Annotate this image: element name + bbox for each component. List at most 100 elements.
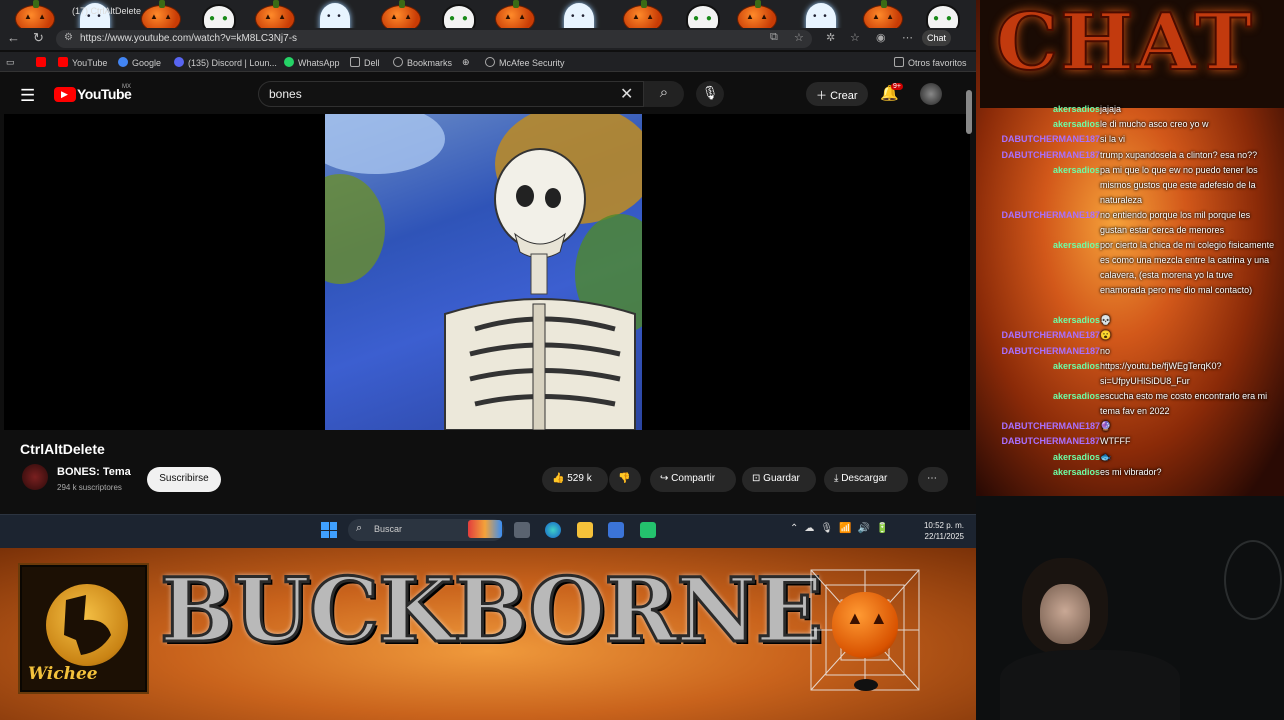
chat-text: escucha esto me costo encontrarlo era mi…: [1100, 391, 1268, 416]
bookmark-mcafee[interactable]: McAfee Security: [485, 57, 565, 68]
tab-title[interactable]: (17) CtrlAltDelete: [72, 6, 141, 16]
address-bar[interactable]: https://www.youtube.com/watch?v=kM8LC3Nj…: [56, 30, 812, 48]
chat-text: https://youtu.be/fjWEgTerqK0?si=UfpyUHlS…: [1100, 361, 1222, 386]
more-actions-button[interactable]: ⋯: [918, 467, 948, 492]
chat-text: no entiendo porque los mil porque les gu…: [1100, 210, 1251, 235]
video-frame[interactable]: [325, 114, 642, 430]
chat-text: WTFFF: [1100, 436, 1131, 446]
chat-text: 🔮: [1100, 421, 1112, 431]
bookmark-whatsapp[interactable]: WhatsApp: [284, 57, 340, 68]
channel-name[interactable]: BONES: Tema: [57, 466, 131, 478]
dislike-button[interactable]: 👎: [609, 467, 641, 492]
chat-username[interactable]: akersadios: [980, 117, 1100, 132]
chat-username[interactable]: DABUTCHERMANE187: [980, 132, 1100, 147]
chat-username[interactable]: akersadios: [980, 102, 1100, 117]
system-tray-icons[interactable]: ⌃☁🎙📶🔊🔋: [790, 523, 894, 534]
download-label: Descargar: [841, 473, 888, 484]
chat-username[interactable]: akersadios: [980, 465, 1100, 480]
save-label: Guardar: [763, 473, 800, 484]
bookmark-bookmarks[interactable]: Bookmarks: [393, 57, 452, 68]
microphone-icon: 🎙: [701, 85, 719, 100]
region-code: MX: [122, 84, 131, 90]
file-explorer-icon[interactable]: [577, 522, 593, 538]
bookmark-youtube-music[interactable]: [36, 57, 50, 68]
apps-icon[interactable]: ▭: [6, 57, 15, 68]
edge-browser-icon[interactable]: [545, 522, 561, 538]
account-avatar[interactable]: [920, 83, 942, 105]
task-view-icon[interactable]: [514, 522, 530, 538]
thumbs-up-icon: 👍: [552, 473, 568, 484]
favorites-icon[interactable]: ☆: [850, 31, 860, 44]
chat-text: es mi vibrador?: [1100, 467, 1162, 477]
chat-button[interactable]: Chat: [922, 30, 952, 46]
bookmark-dell[interactable]: Dell: [350, 57, 380, 68]
bookmark-icon: ⊡: [752, 473, 764, 484]
page-scrollbar[interactable]: [966, 90, 972, 134]
microsoft-store-icon[interactable]: [608, 522, 624, 538]
app-icon[interactable]: [640, 522, 656, 538]
site-info-icon[interactable]: ⚙: [64, 32, 73, 43]
chat-username[interactable]: DABUTCHERMANE187: [980, 208, 1100, 223]
download-button[interactable]: ⤓ Descargar: [824, 467, 908, 492]
other-favorites[interactable]: Otros favoritos: [894, 57, 967, 68]
back-icon[interactable]: ←: [7, 30, 20, 45]
search-button[interactable]: ⌕: [644, 81, 684, 107]
banner-title: BUCKBORNE: [159, 558, 825, 662]
share-label: Compartir: [671, 473, 716, 484]
chat-username[interactable]: akersadios: [980, 359, 1100, 374]
plus-icon: ＋: [816, 90, 831, 102]
chat-username[interactable]: akersadios: [980, 163, 1100, 178]
channel-avatar[interactable]: [22, 464, 48, 490]
more-menu-icon[interactable]: ⋯: [902, 31, 913, 44]
like-button[interactable]: 👍 529 k: [542, 467, 608, 492]
create-button[interactable]: ＋ Crear: [806, 82, 868, 106]
chat-username[interactable]: akersadios: [980, 389, 1100, 404]
extensions-icon[interactable]: ✲: [826, 31, 835, 44]
voice-search-button[interactable]: 🎙: [696, 81, 724, 107]
install-icon[interactable]: ⧉: [770, 31, 778, 44]
bookmark-youtube[interactable]: YouTube: [58, 57, 107, 68]
star-icon[interactable]: ☆: [794, 31, 804, 44]
chat-username[interactable]: DABUTCHERMANE187: [980, 419, 1100, 434]
share-button[interactable]: ↪ Compartir: [650, 467, 736, 492]
like-count: 529 k: [567, 473, 592, 484]
create-label: Crear: [830, 90, 858, 102]
search-icon: ⌕: [659, 84, 669, 101]
hamburger-menu-icon[interactable]: ☰: [20, 86, 35, 106]
date: 22/11/2025: [924, 532, 964, 541]
bookmark-google[interactable]: Google: [118, 57, 161, 68]
play-icon: ▶: [61, 89, 68, 99]
chat-title: CHAT: [995, 0, 1255, 88]
windows-start-icon[interactable]: [321, 522, 337, 538]
chat-username[interactable]: DABUTCHERMANE187: [980, 328, 1100, 343]
fan-icon: [1224, 540, 1282, 620]
profile-icon[interactable]: ◉: [876, 31, 886, 44]
video-title: CtrlAltDelete: [20, 441, 105, 457]
chat-text: 💀: [1100, 315, 1112, 325]
chat-username[interactable]: DABUTCHERMANE187: [980, 148, 1100, 163]
save-button[interactable]: ⊡ Guardar: [742, 467, 816, 492]
search-input[interactable]: bones: [258, 81, 644, 107]
search-highlight-icon[interactable]: [468, 520, 502, 538]
subscribe-button[interactable]: Suscribirse: [147, 467, 221, 492]
chat-username[interactable]: DABUTCHERMANE187: [980, 344, 1100, 359]
subscriber-count: 294 k suscriptores: [57, 483, 122, 492]
bookmark-discord[interactable]: (135) Discord | Loun...: [174, 57, 277, 68]
search-icon: ⌕: [356, 522, 363, 534]
chat-username[interactable]: akersadios: [980, 313, 1100, 328]
chat-username[interactable]: akersadios: [980, 450, 1100, 465]
chat-username[interactable]: akersadios: [980, 238, 1100, 253]
clear-search-icon[interactable]: ✕: [620, 84, 633, 104]
more-icon: ⋯: [927, 473, 937, 484]
globe-icon[interactable]: ⊕: [462, 57, 470, 68]
wichee-label: Wichee: [28, 664, 98, 684]
chat-text: por cierto la chica de mi colegio fisica…: [1100, 240, 1275, 295]
skeleton-image: [444, 148, 636, 430]
chat-username[interactable]: DABUTCHERMANE187: [980, 434, 1100, 449]
streamer-body: [1000, 650, 1180, 720]
chat-text: no: [1100, 346, 1111, 356]
chat-text: pa mi que lo que ew no puedo tener los m…: [1100, 165, 1258, 205]
chat-text: 😮: [1100, 330, 1112, 340]
reload-icon[interactable]: ↻: [33, 30, 44, 46]
clock[interactable]: 10:52 p. m. 22/11/2025: [918, 520, 964, 542]
